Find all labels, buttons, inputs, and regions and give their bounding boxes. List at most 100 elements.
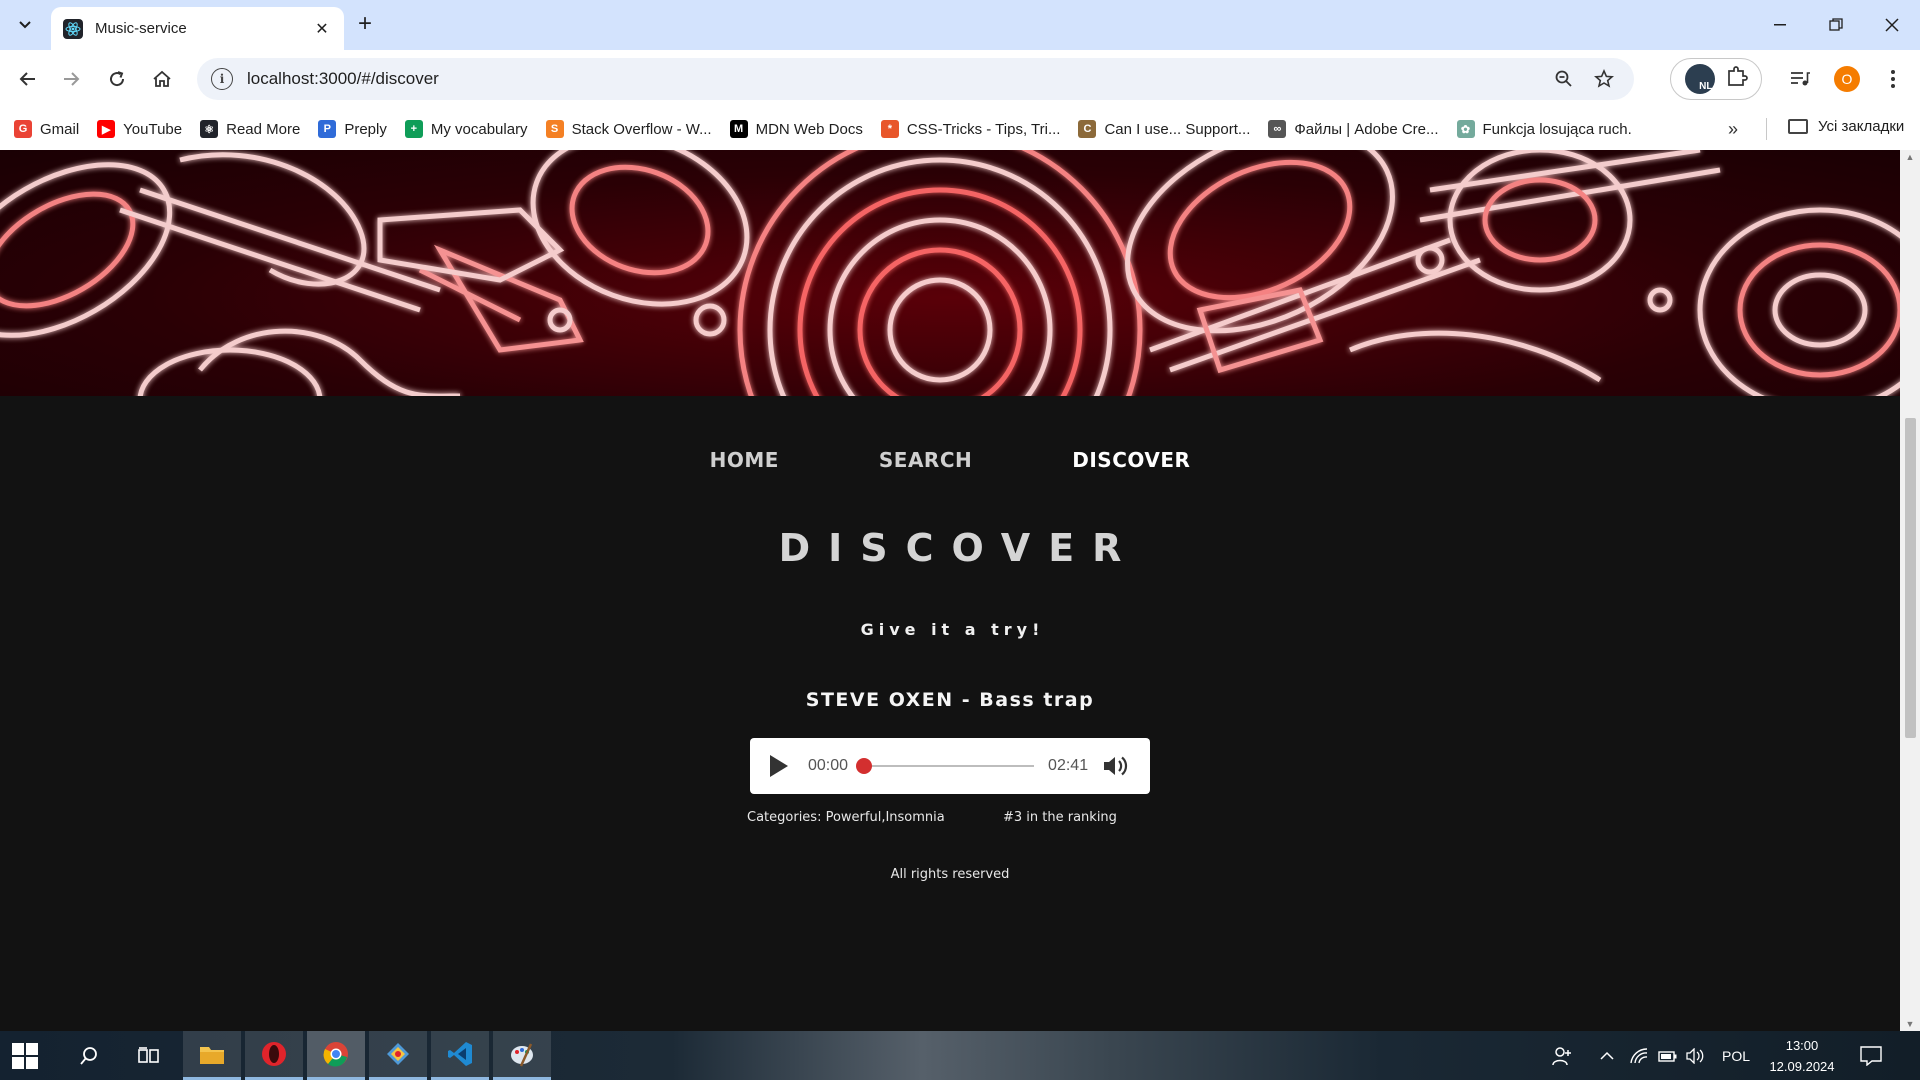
- bookmark-label: Файлы | Adobe Cre...: [1294, 120, 1439, 138]
- nav-link-home[interactable]: HOME: [710, 448, 779, 472]
- extensions-puzzle-icon[interactable]: [1726, 65, 1748, 93]
- site-nav: HOME SEARCH DISCOVER: [0, 448, 1900, 472]
- people-icon[interactable]: [1552, 1031, 1574, 1080]
- opera-browser-icon[interactable]: [245, 1031, 303, 1080]
- taskbar-search-icon[interactable]: [66, 1031, 112, 1080]
- react-icon: ⚛: [200, 120, 219, 138]
- bookmark-label: Can I use... Support...: [1104, 120, 1251, 138]
- taskbar-clock[interactable]: 13:00 12.09.2024: [1760, 1035, 1844, 1077]
- page-title: DISCOVER: [778, 526, 1140, 570]
- current-time: 00:00: [808, 757, 849, 774]
- media-control-button[interactable]: [1783, 62, 1817, 96]
- git-kraken-icon[interactable]: [369, 1031, 427, 1080]
- browser-tab-active[interactable]: Music-service ✕: [51, 7, 344, 50]
- clock-date: 12.09.2024: [1769, 1059, 1835, 1074]
- scroll-down-arrow-icon[interactable]: ▼: [1905, 1019, 1915, 1029]
- scroll-thumb[interactable]: [1905, 418, 1916, 738]
- csstricks-icon: *: [880, 120, 899, 138]
- nav-link-discover[interactable]: DISCOVER: [1072, 448, 1190, 472]
- page-tagline: Give it a try!: [860, 620, 1045, 639]
- gmail-icon: G: [14, 120, 32, 138]
- progress-knob[interactable]: [856, 758, 873, 774]
- track-title: STEVE OXEN - Bass trap: [805, 689, 1095, 711]
- bookmark-item[interactable]: ▶ YouTube: [97, 120, 182, 138]
- bookmark-label: Gmail: [40, 120, 80, 138]
- bookmark-item[interactable]: M MDN Web Docs: [729, 120, 863, 138]
- nav-link-search[interactable]: SEARCH: [879, 448, 972, 472]
- bookmarks-divider: [1766, 118, 1767, 140]
- browser-menu-button[interactable]: [1876, 62, 1910, 96]
- sheets-icon: +: [404, 120, 423, 138]
- paint-app-icon[interactable]: [493, 1031, 551, 1080]
- notifications-icon[interactable]: [1860, 1031, 1882, 1080]
- battery-icon[interactable]: [1658, 1031, 1678, 1080]
- bookmark-label: Funkcja losująca ruch.: [1482, 120, 1632, 138]
- bookmark-label: Preply: [344, 120, 387, 138]
- neon-instruments-image: [0, 150, 1900, 396]
- site-info-icon[interactable]: i: [211, 68, 233, 90]
- scroll-up-arrow-icon[interactable]: ▲: [1905, 152, 1915, 162]
- bookmark-label: Stack Overflow - W...: [571, 120, 712, 138]
- url-text[interactable]: localhost:3000/#/discover: [247, 69, 1540, 89]
- bookmark-item[interactable]: S Stack Overflow - W...: [545, 120, 712, 138]
- back-button[interactable]: [10, 62, 44, 96]
- play-icon[interactable]: [770, 755, 788, 777]
- hero-banner-neon-image: [0, 150, 1900, 396]
- restore-button[interactable]: [1808, 0, 1864, 50]
- footer-text: All rights reserved: [890, 867, 1010, 882]
- home-button[interactable]: [145, 62, 179, 96]
- progress-bar[interactable]: [856, 758, 1035, 774]
- profile-button[interactable]: O: [1830, 62, 1864, 96]
- vscode-icon[interactable]: [431, 1031, 489, 1080]
- tab-search-button[interactable]: [10, 10, 40, 40]
- all-bookmarks-button[interactable]: Усі закладки: [1788, 118, 1904, 135]
- folder-icon: [1788, 119, 1808, 134]
- bookmark-label: Read More: [226, 120, 301, 138]
- windows-start-icon[interactable]: [12, 1043, 38, 1069]
- tray-chevron-up-icon[interactable]: [1600, 1031, 1614, 1080]
- zoom-icon[interactable]: [1548, 63, 1580, 95]
- address-bar[interactable]: i localhost:3000/#/discover: [197, 58, 1634, 100]
- chrome-browser-icon[interactable]: [307, 1031, 365, 1080]
- bookmark-item[interactable]: + My vocabulary: [404, 120, 528, 138]
- bookmark-label: CSS-Tricks - Tips, Tri...: [906, 120, 1061, 138]
- mdn-icon: M: [729, 120, 748, 138]
- new-tab-button[interactable]: +: [352, 12, 378, 38]
- bookmark-item[interactable]: ∞ Файлы | Adobe Cre...: [1268, 120, 1439, 138]
- react-favicon-icon: [63, 18, 83, 39]
- bookmark-item[interactable]: * CSS-Tricks - Tips, Tri...: [880, 120, 1061, 138]
- bookmark-label: MDN Web Docs: [755, 120, 863, 138]
- duration: 02:41: [1048, 757, 1089, 774]
- file-explorer-icon[interactable]: [183, 1031, 241, 1080]
- tab-close-icon[interactable]: ✕: [312, 19, 332, 39]
- input-language[interactable]: POL: [1722, 1031, 1750, 1080]
- bookmark-item[interactable]: P Preply: [318, 120, 387, 138]
- bookmarks-bar: G Gmail ▶ YouTube ⚛ Read More P Preply + My vocab…: [0, 108, 1920, 150]
- close-window-button[interactable]: [1864, 0, 1920, 50]
- bookmarks-overflow-icon[interactable]: »: [1728, 119, 1738, 140]
- caniuse-icon: C: [1078, 120, 1097, 138]
- bookmark-item[interactable]: G Gmail: [14, 120, 79, 138]
- bookmark-item[interactable]: C Can I use... Support...: [1078, 120, 1250, 138]
- vpn-extension-icon[interactable]: NL: [1684, 64, 1715, 94]
- volume-icon[interactable]: [1102, 754, 1130, 778]
- profile-avatar: O: [1834, 66, 1860, 92]
- wifi-icon[interactable]: [1630, 1031, 1648, 1080]
- arrow-right-icon: [64, 72, 80, 86]
- bookmark-star-icon[interactable]: [1588, 63, 1620, 95]
- tab-strip: Music-service ✕ +: [0, 0, 1920, 50]
- page-scrollbar[interactable]: ▲ ▼: [1900, 150, 1920, 1031]
- volume-tray-icon[interactable]: [1686, 1031, 1706, 1080]
- stackoverflow-icon: S: [545, 120, 564, 138]
- reload-icon: [110, 71, 125, 87]
- task-view-icon[interactable]: [126, 1031, 172, 1080]
- reload-button[interactable]: [100, 62, 134, 96]
- bookmark-item[interactable]: ✿ Funkcja losująca ruch.: [1456, 120, 1632, 138]
- forward-button[interactable]: [55, 62, 89, 96]
- minimize-button[interactable]: [1752, 0, 1808, 50]
- windows-taskbar: POL 13:00 12.09.2024: [0, 1031, 1920, 1080]
- bookmark-item[interactable]: ⚛ Read More: [200, 120, 300, 138]
- bookmark-label: YouTube: [123, 120, 183, 138]
- audio-player: 00:00 02:41: [750, 738, 1150, 794]
- clock-time: 13:00: [1785, 1038, 1819, 1053]
